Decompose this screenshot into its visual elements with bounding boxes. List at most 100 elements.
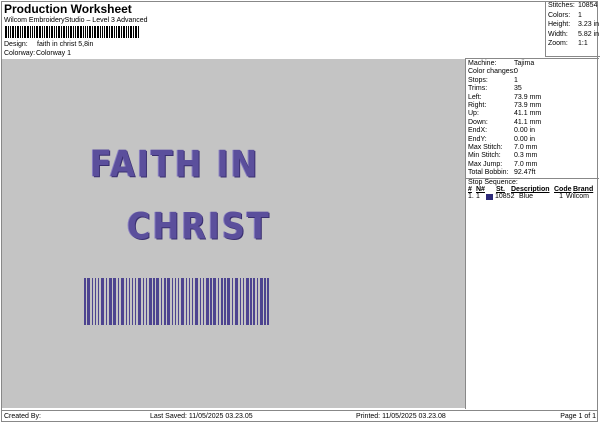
barcode-bar (68, 26, 69, 38)
barcode-bar (104, 26, 105, 38)
barcode-bar (66, 26, 67, 38)
barcode-bar (128, 278, 131, 325)
barcode-bar (253, 278, 255, 325)
info-value: 5.82 in (578, 30, 600, 38)
barcode-bar (231, 278, 234, 325)
barcode-bar (126, 26, 127, 38)
info-row: EndY: 0.00 in (466, 136, 599, 144)
info-row: Left: 73.9 mm (466, 94, 599, 102)
info-label: Zoom: (548, 40, 568, 48)
barcode-bar (84, 278, 86, 325)
page-number: Page 1 of 1 (560, 413, 596, 420)
stop-sequence-title: Stop Sequence: (468, 179, 518, 187)
row-stitches: 10852 (495, 193, 515, 201)
embroidery-line-2: CHRIST (127, 204, 271, 248)
barcode-bar (224, 278, 226, 325)
barcode-bar (111, 26, 113, 38)
info-value: 0.00 in (514, 135, 536, 143)
info-row: Max Stitch: 7.0 mm (466, 144, 599, 152)
barcode-bar (100, 26, 101, 38)
info-row: Machine: Tajima (466, 60, 599, 68)
col-n: N# (476, 186, 485, 194)
design-label: Design: (4, 41, 28, 48)
barcode-bar (22, 26, 23, 38)
barcode-bar (131, 278, 134, 325)
info-value: 41.1 mm (514, 118, 542, 126)
info-value: 3.23 in (578, 21, 600, 29)
barcode-bar (30, 26, 31, 38)
barcode-bar (73, 26, 74, 38)
barcode-bar (54, 26, 55, 38)
row-code: 1 (559, 193, 563, 201)
barcode-bar (49, 26, 50, 38)
info-label: Height: (548, 21, 571, 29)
barcode-bar (134, 278, 137, 325)
barcode-bar (164, 278, 166, 325)
barcode-bar (91, 278, 94, 325)
info-label: Down: (468, 118, 488, 126)
barcode-bar (51, 26, 53, 38)
barcode-bar (125, 278, 128, 325)
info-value: 10854 (578, 2, 598, 9)
row-n: 1 (476, 193, 480, 201)
barcode-bar (250, 278, 252, 325)
barcode-bar (142, 278, 144, 325)
info-label: Total Bobbin: (468, 169, 509, 177)
info-row: Right: 73.9 mm (466, 102, 599, 110)
info-row: Up: 41.1 mm (466, 110, 599, 118)
info-value: 1 (514, 76, 518, 84)
barcode-bar (217, 278, 220, 325)
barcode-bar (27, 26, 29, 38)
design-field: Design: faith in christ 5,8in (4, 41, 93, 48)
stop-sequence: Stop Sequence: # N# St. Description Code… (466, 178, 599, 200)
barcode-bar (36, 26, 38, 38)
barcode-bar (167, 278, 171, 325)
barcode-bar (145, 278, 148, 325)
barcode-bar (87, 26, 88, 38)
info-label: Trims: (468, 85, 488, 93)
info-value: 73.9 mm (514, 93, 542, 101)
stats-box: Stitches: 10854 Colors: 1 Height: 3.23 in Widt… (545, 1, 600, 57)
barcode-bar (61, 26, 62, 38)
barcode-bar (92, 26, 93, 38)
info-label: Machine: (468, 60, 497, 67)
info-value: 73.9 mm (514, 101, 542, 109)
barcode-bar (108, 278, 112, 325)
barcode-bar (97, 26, 99, 38)
row-description: Blue (519, 193, 534, 201)
barcode-bar (267, 278, 269, 325)
info-label: Colors: (548, 11, 571, 19)
col-num: # (468, 186, 472, 194)
barcode-bar (239, 278, 242, 325)
footer: Created By: Last Saved: 11/05/2025 03.23… (2, 410, 598, 423)
barcode-bar (97, 278, 100, 325)
col-brand: Brand (573, 186, 594, 194)
barcode-bar (105, 278, 108, 325)
barcode-bar (210, 278, 212, 325)
info-row: Down: 41.1 mm (466, 119, 599, 127)
barcode-bar (227, 278, 231, 325)
barcode-bar (58, 26, 60, 38)
info-label: Max Stitch: (468, 143, 503, 151)
info-row: Height: 3.23 in (548, 21, 600, 31)
row-brand: Wilcom (566, 193, 589, 201)
barcode-bar (259, 278, 263, 325)
barcode-bar (46, 26, 48, 38)
page-title: Production Worksheet (4, 2, 132, 16)
info-label: Min Stitch: (468, 152, 501, 160)
barcode-bar (70, 26, 72, 38)
barcode-bar (5, 26, 7, 38)
barcode-bar (185, 278, 188, 325)
barcode-bar (63, 26, 65, 38)
barcode-bar (205, 278, 209, 325)
info-row: Width: 5.82 in (548, 31, 600, 41)
info-label: Up: (468, 110, 479, 118)
colorway-field: Colorway: Colorway 1 (4, 50, 71, 57)
barcode-bar (130, 26, 132, 38)
barcode-bar (17, 26, 19, 38)
barcode-bar (128, 26, 129, 38)
design-value: faith in christ 5,8in (37, 41, 94, 48)
barcode-bar (34, 26, 35, 38)
barcode-bar (75, 26, 76, 38)
info-value: 1:1 (578, 40, 588, 48)
